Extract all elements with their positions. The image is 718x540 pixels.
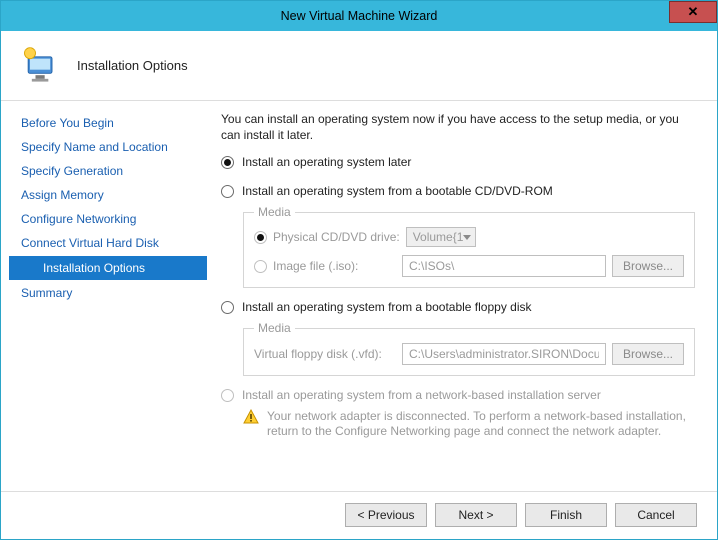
- image-file-input: [402, 255, 606, 277]
- page-title: Installation Options: [77, 58, 188, 73]
- network-warning-text: Your network adapter is disconnected. To…: [267, 409, 695, 439]
- cancel-button[interactable]: Cancel: [615, 503, 697, 527]
- wizard-footer: < Previous Next > Finish Cancel: [1, 491, 717, 537]
- previous-button[interactable]: < Previous: [345, 503, 427, 527]
- radio-image-file: [254, 260, 267, 273]
- title-bar: New Virtual Machine Wizard ✕: [1, 1, 717, 31]
- wizard-content: Before You Begin Specify Name and Locati…: [1, 101, 717, 491]
- option-install-cd-label: Install an operating system from a boota…: [242, 184, 553, 199]
- cd-media-legend: Media: [254, 205, 295, 219]
- vfd-label: Virtual floppy disk (.vfd):: [254, 347, 396, 361]
- option-install-later[interactable]: Install an operating system later: [221, 155, 695, 170]
- option-install-cd[interactable]: Install an operating system from a boota…: [221, 184, 695, 199]
- close-icon: ✕: [688, 4, 699, 20]
- floppy-media-group: Media Virtual floppy disk (.vfd): Browse…: [243, 321, 695, 376]
- physical-drive-label: Physical CD/DVD drive:: [273, 230, 400, 244]
- sidebar-item-specify-generation[interactable]: Specify Generation: [1, 159, 211, 183]
- intro-text: You can install an operating system now …: [221, 111, 695, 143]
- sidebar-item-connect-vhd[interactable]: Connect Virtual Hard Disk: [1, 231, 211, 255]
- sidebar-item-specify-name-location[interactable]: Specify Name and Location: [1, 135, 211, 159]
- wizard-sidebar: Before You Begin Specify Name and Locati…: [1, 101, 211, 491]
- radio-install-later[interactable]: [221, 156, 234, 169]
- close-button[interactable]: ✕: [669, 1, 717, 23]
- radio-install-floppy[interactable]: [221, 301, 234, 314]
- finish-button[interactable]: Finish: [525, 503, 607, 527]
- sidebar-item-configure-networking[interactable]: Configure Networking: [1, 207, 211, 231]
- option-install-network: Install an operating system from a netwo…: [221, 388, 695, 403]
- window-title: New Virtual Machine Wizard: [281, 9, 438, 23]
- option-install-later-label: Install an operating system later: [242, 155, 411, 170]
- physical-drive-option: Physical CD/DVD drive:: [254, 230, 400, 244]
- radio-install-cd[interactable]: [221, 185, 234, 198]
- option-install-floppy[interactable]: Install an operating system from a boota…: [221, 300, 695, 315]
- wizard-main: You can install an operating system now …: [211, 101, 717, 491]
- sidebar-item-installation-options[interactable]: Installation Options: [9, 256, 207, 280]
- network-warning: Your network adapter is disconnected. To…: [243, 409, 695, 439]
- image-file-option: Image file (.iso):: [254, 259, 396, 273]
- wizard-icon: [19, 44, 63, 88]
- option-install-network-label: Install an operating system from a netwo…: [242, 388, 601, 403]
- floppy-media-legend: Media: [254, 321, 295, 335]
- image-file-label: Image file (.iso):: [273, 259, 358, 273]
- next-button[interactable]: Next >: [435, 503, 517, 527]
- sidebar-item-summary[interactable]: Summary: [1, 281, 211, 305]
- wizard-header: Installation Options: [1, 31, 717, 101]
- browse-iso-button: Browse...: [612, 255, 684, 277]
- sidebar-item-assign-memory[interactable]: Assign Memory: [1, 183, 211, 207]
- browse-vfd-button: Browse...: [612, 343, 684, 365]
- warning-icon: [243, 409, 259, 425]
- sidebar-item-before-you-begin[interactable]: Before You Begin: [1, 111, 211, 135]
- vfd-input: [402, 343, 606, 365]
- cd-media-group: Media Physical CD/DVD drive: Volume{1 Im…: [243, 205, 695, 288]
- physical-drive-dropdown: Volume{1: [406, 227, 476, 247]
- option-install-floppy-label: Install an operating system from a boota…: [242, 300, 532, 315]
- radio-physical-drive: [254, 231, 267, 244]
- radio-install-network: [221, 389, 234, 402]
